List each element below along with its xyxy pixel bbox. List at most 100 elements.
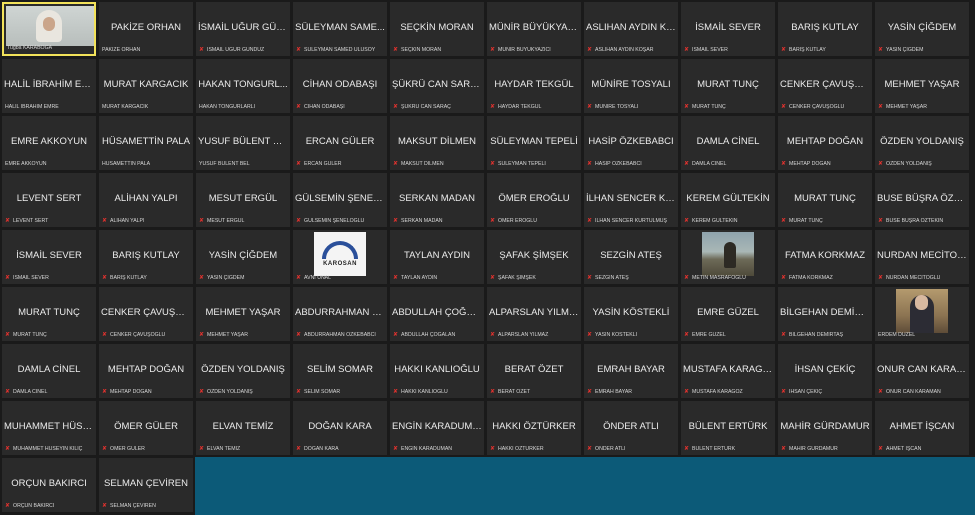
participant-tile[interactable]: CİHAN ODABAŞI ✘ CİHAN ODABAŞI bbox=[293, 59, 387, 113]
mic-muted-icon: ✘ bbox=[490, 161, 496, 167]
self-video-tile[interactable]: Tuğba KARABOĞA bbox=[2, 2, 96, 56]
participant-name-text: HALİL İBRAHİM EMRE bbox=[5, 104, 59, 110]
participant-tile[interactable]: HÜSAMETTİN PALA HÜSAMETTİN PALA bbox=[99, 116, 193, 170]
participant-tile[interactable]: YUSUF BÜLENT BEL YUSUF BÜLENT BEL bbox=[196, 116, 290, 170]
participant-tile[interactable]: İLHAN SENCER KU... ✘ İLHAN SENCER KURTULMU… bbox=[584, 173, 678, 227]
participant-tile[interactable]: ALİHAN YALPI ✘ ALİHAN YALPI bbox=[99, 173, 193, 227]
participant-tile[interactable]: EMRE GÜZEL ✘ EMRE GÜZEL bbox=[681, 287, 775, 341]
participant-tile[interactable]: PAKİZE ORHAN PAKİZE ORHAN bbox=[99, 2, 193, 56]
participant-tile[interactable]: MURAT TUNÇ ✘ MURAT TUNÇ bbox=[2, 287, 96, 341]
participant-tile[interactable]: MUHAMMET HÜSE... ✘ MUHAMMET HÜSEYİN KILIÇ bbox=[2, 401, 96, 455]
participant-tile[interactable]: HAYDAR TEKGÜL ✘ HAYDAR TEKGÜL bbox=[487, 59, 581, 113]
participant-name-label: ✘ İLHAN SENCER KURTULMUŞ bbox=[587, 218, 676, 225]
participant-tile[interactable]: MURAT TUNÇ ✘ MURAT TUNÇ bbox=[778, 173, 872, 227]
participant-tile[interactable]: HAKKI KANLIOĞLU ✘ HAKKI KANLIOĞLU bbox=[390, 344, 484, 398]
participant-tile[interactable]: TAYLAN AYDIN ✘ TAYLAN AYDIN bbox=[390, 230, 484, 284]
participant-tile[interactable]: HAKAN TONGURL... HAKAN TONGURLARLI bbox=[196, 59, 290, 113]
participant-tile[interactable]: DAMLA CİNEL ✘ DAMLA CİNEL bbox=[2, 344, 96, 398]
participant-tile[interactable]: EMRE AKKOYUN EMRE AKKOYUN bbox=[2, 116, 96, 170]
participant-tile[interactable]: ENGİN KARADUMAN ✘ ENGİN KARADUMAN bbox=[390, 401, 484, 455]
participant-name-label: ✘ ÖZDEN YOLDANIŞ bbox=[878, 161, 967, 168]
participant-tile[interactable]: HAKKI ÖZTÜRKER ✘ HAKKI ÖZTÜRKER bbox=[487, 401, 581, 455]
participant-tile[interactable]: SELMAN ÇEVİREN ✘ SELMAN ÇEVİREN bbox=[99, 458, 193, 512]
participant-tile[interactable]: MURAT KARGACIK MURAT KARGACIK bbox=[99, 59, 193, 113]
participant-tile[interactable]: LEVENT SERT ✘ LEVENT SERT bbox=[2, 173, 96, 227]
participant-display-name: CENKER ÇAVUŞOĞ... bbox=[101, 307, 191, 318]
participant-tile[interactable]: ONUR CAN KARAM... ✘ ONUR CAN KARAMAN bbox=[875, 344, 969, 398]
participant-tile[interactable]: ALPARSLAN YILMAZ ✘ ALPARSLAN YILMAZ bbox=[487, 287, 581, 341]
participant-tile[interactable]: ABDULLAH ÇOĞAL... ✘ ABDULLAH ÇOĞALAN bbox=[390, 287, 484, 341]
participant-tile[interactable]: ✘ METİN MASRAFOĞLU bbox=[681, 230, 775, 284]
participant-display-name: BUSE BÜŞRA ÖZTE... bbox=[877, 193, 967, 204]
participant-tile[interactable]: YASİN ÇİĞDEM ✘ YASİN ÇİĞDEM bbox=[196, 230, 290, 284]
participant-tile[interactable]: İSMAİL UĞUR GÜN... ✘ İSMAİL UĞUR GÜNDÜZ bbox=[196, 2, 290, 56]
participant-tile[interactable]: SEZGİN ATEŞ ✘ SEZGİN ATEŞ bbox=[584, 230, 678, 284]
participant-name-text: ŞÜKRÜ CAN SARAÇ bbox=[401, 104, 451, 110]
participant-tile[interactable]: MEHMET YAŞAR ✘ MEHMET YAŞAR bbox=[875, 59, 969, 113]
participant-tile[interactable]: FATMA KORKMAZ ✘ FATMA KORKMAZ bbox=[778, 230, 872, 284]
participant-tile[interactable]: SÜLEYMAN TEPELİ ✘ SÜLEYMAN TEPELİ bbox=[487, 116, 581, 170]
participant-name-text: İSMAİL UĞUR GÜNDÜZ bbox=[207, 47, 265, 53]
participant-tile[interactable]: ŞAFAK ŞİMŞEK ✘ ŞAFAK ŞİMŞEK bbox=[487, 230, 581, 284]
person-face bbox=[915, 295, 928, 310]
participant-tile[interactable]: İHSAN ÇEKİÇ ✘ İHSAN ÇEKİÇ bbox=[778, 344, 872, 398]
participant-tile[interactable]: CENKER ÇAVUŞOĞ... ✘ CENKER ÇAVUŞOĞLU bbox=[778, 59, 872, 113]
participant-tile[interactable]: ERDEM DÜZEL bbox=[875, 287, 969, 341]
participant-tile[interactable]: KAROSAN ✘ AVNİ ÜNAL bbox=[293, 230, 387, 284]
participant-tile[interactable]: DAMLA CİNEL ✘ DAMLA CİNEL bbox=[681, 116, 775, 170]
participant-tile[interactable]: NURDAN MECİTOĞ... ✘ NURDAN MECİTOĞLU bbox=[875, 230, 969, 284]
participant-tile[interactable]: AHMET İŞCAN ✘ AHMET İŞCAN bbox=[875, 401, 969, 455]
participant-tile[interactable]: EMRAH BAYAR ✘ EMRAH BAYAR bbox=[584, 344, 678, 398]
participant-tile[interactable]: BARIŞ KUTLAY ✘ BARIŞ KUTLAY bbox=[778, 2, 872, 56]
participant-name-text: MURAT TUNÇ bbox=[13, 332, 47, 338]
participant-tile[interactable]: MAKSUT DİLMEN ✘ MAKSUT DİLMEN bbox=[390, 116, 484, 170]
participant-tile[interactable]: MEHMET YAŞAR ✘ MEHMET YAŞAR bbox=[196, 287, 290, 341]
participant-tile[interactable]: DOĞAN KARA ✘ DOĞAN KARA bbox=[293, 401, 387, 455]
participant-tile[interactable]: HASİP ÖZKEBABCI ✘ HASİP ÖZKEBABCI bbox=[584, 116, 678, 170]
participant-tile[interactable]: BÜLENT ERTÜRK ✘ BÜLENT ERTÜRK bbox=[681, 401, 775, 455]
participant-tile[interactable]: SEÇKİN MORAN ✘ SEÇKİN MORAN bbox=[390, 2, 484, 56]
participant-tile[interactable]: ELVAN TEMİZ ✘ ELVAN TEMİZ bbox=[196, 401, 290, 455]
participant-tile[interactable]: YASİN ÇİĞDEM ✘ YASİN ÇİĞDEM bbox=[875, 2, 969, 56]
participant-tile[interactable]: BİLGEHAN DEMİRT... ✘ BİLGEHAN DEMİRTAŞ bbox=[778, 287, 872, 341]
participant-tile[interactable]: MURAT TUNÇ ✘ MURAT TUNÇ bbox=[681, 59, 775, 113]
participant-tile[interactable]: ABDURRAHMAN Ö... ✘ ABDURRAHMAN ÖZKEBABCI bbox=[293, 287, 387, 341]
participant-tile[interactable]: ORÇUN BAKIRCI ✘ ORÇUN BAKIRCI bbox=[2, 458, 96, 512]
participant-tile[interactable]: ÖZDEN YOLDANIŞ ✘ ÖZDEN YOLDANIŞ bbox=[196, 344, 290, 398]
participant-tile[interactable]: MESUT ERGÜL ✘ MESUT ERGÜL bbox=[196, 173, 290, 227]
participant-tile[interactable]: SÜLEYMAN SAME... ✘ SÜLEYMAN SAMED ULUSOY bbox=[293, 2, 387, 56]
participants-gallery: Tuğba KARABOĞA PAKİZE ORHAN PAKİZE ORHAN İ… bbox=[0, 0, 975, 515]
participant-tile[interactable]: ERCAN GÜLER ✘ ERCAN GÜLER bbox=[293, 116, 387, 170]
participant-tile[interactable]: BUSE BÜŞRA ÖZTE... ✘ BUSE BÜŞRA ÖZTEKİN bbox=[875, 173, 969, 227]
participant-tile[interactable]: ÖMER EROĞLU ✘ ÖMER EROĞLU bbox=[487, 173, 581, 227]
participant-display-name: İHSAN ÇEKİÇ bbox=[794, 364, 856, 375]
participant-tile[interactable]: MEHTAP DOĞAN ✘ MEHTAP DOĞAN bbox=[99, 344, 193, 398]
participant-tile[interactable]: SERKAN MADAN ✘ SERKAN MADAN bbox=[390, 173, 484, 227]
participant-tile[interactable]: MAHİR GÜRDAMUR ✘ MAHİR GÜRDAMUR bbox=[778, 401, 872, 455]
participant-tile[interactable]: ŞÜKRÜ CAN SARAÇ ✘ ŞÜKRÜ CAN SARAÇ bbox=[390, 59, 484, 113]
participant-tile[interactable]: YASİN KÖSTEKLİ ✘ YASİN KÖSTEKLİ bbox=[584, 287, 678, 341]
participant-tile[interactable]: MÜNİR BÜYÜKYAZI... ✘ MÜNİR BÜYÜKYAZICI bbox=[487, 2, 581, 56]
participant-tile[interactable]: ÖNDER ATLI ✘ ÖNDER ATLI bbox=[584, 401, 678, 455]
mic-muted-icon: ✘ bbox=[296, 47, 302, 53]
participant-display-name: MEHMET YAŞAR bbox=[884, 79, 960, 90]
participant-tile[interactable]: MÜNİRE TOSYALI ✘ MÜNİRE TOSYALI bbox=[584, 59, 678, 113]
participant-tile[interactable]: SELİM SOMAR ✘ SELİM SOMAR bbox=[293, 344, 387, 398]
participant-tile[interactable]: İSMAİL SEVER ✘ İSMAİL SEVER bbox=[681, 2, 775, 56]
participant-tile[interactable]: BERAT ÖZET ✘ BERAT ÖZET bbox=[487, 344, 581, 398]
participant-tile[interactable]: KEREM GÜLTEKİN ✘ KEREM GÜLTEKİN bbox=[681, 173, 775, 227]
participant-name-label: HAKAN TONGURLARLI bbox=[199, 104, 288, 111]
participant-tile[interactable]: HALİL İBRAHİM EM... HALİL İBRAHİM EMRE bbox=[2, 59, 96, 113]
participant-tile[interactable]: ASLIHAN AYDIN KO... ✘ ASLIHAN AYDIN KOŞAR bbox=[584, 2, 678, 56]
participant-tile[interactable]: BARIŞ KUTLAY ✘ BARIŞ KUTLAY bbox=[99, 230, 193, 284]
participant-tile[interactable]: CENKER ÇAVUŞOĞ... ✘ CENKER ÇAVUŞOĞLU bbox=[99, 287, 193, 341]
participant-tile[interactable]: MEHTAP DOĞAN ✘ MEHTAP DOĞAN bbox=[778, 116, 872, 170]
participant-tile[interactable]: MUSTAFA KARAGÖZ ✘ MUSTAFA KARAGÖZ bbox=[681, 344, 775, 398]
mic-muted-icon: ✘ bbox=[781, 218, 787, 224]
participant-tile[interactable]: ÖZDEN YOLDANIŞ ✘ ÖZDEN YOLDANIŞ bbox=[875, 116, 969, 170]
participant-tile[interactable]: İSMAİL SEVER ✘ İSMAİL SEVER bbox=[2, 230, 96, 284]
participant-tile[interactable]: GÜLSEMİN ŞENEL... ✘ GÜLSEMİN ŞENELOĞLU bbox=[293, 173, 387, 227]
participant-display-name: MURAT KARGACIK bbox=[103, 79, 189, 90]
participant-tile[interactable]: ÖMER GÜLER ✘ ÖMER GÜLER bbox=[99, 401, 193, 455]
participant-display-name: SERKAN MADAN bbox=[398, 193, 475, 204]
